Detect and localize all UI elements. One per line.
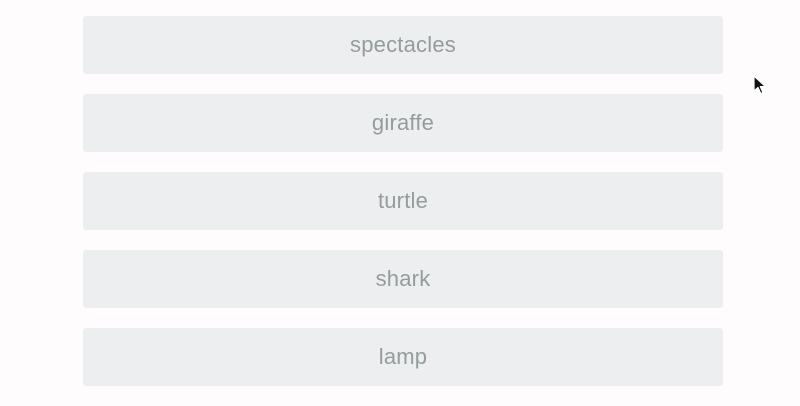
mouse-pointer-icon (753, 75, 767, 95)
answer-options: spectacles giraffe turtle shark lamp (83, 16, 723, 406)
option-label: giraffe (371, 110, 435, 135)
option-giraffe[interactable]: giraffe (83, 94, 723, 152)
option-turtle[interactable]: turtle (83, 172, 723, 230)
option-spectacles[interactable]: spectacles (83, 16, 723, 74)
option-label: spectacles (350, 32, 456, 57)
option-lamp[interactable]: lamp (83, 328, 723, 386)
option-label: shark (375, 266, 431, 291)
option-shark[interactable]: shark (83, 250, 723, 308)
option-label: turtle (377, 188, 429, 213)
option-label: lamp (378, 344, 428, 369)
